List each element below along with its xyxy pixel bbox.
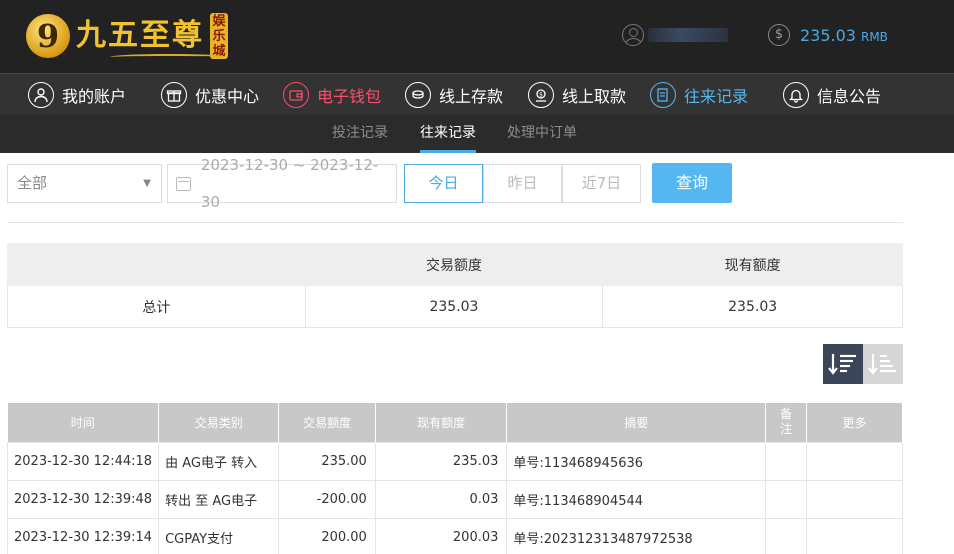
records-icon <box>650 82 676 108</box>
nav-label: 往来记录 <box>684 87 749 106</box>
date-range-value: 2023-12-30 ~ 2023-12-30 <box>200 155 379 211</box>
nav-label: 优惠中心 <box>195 87 260 106</box>
username-redacted <box>648 28 728 42</box>
table-row[interactable]: 2023-12-30 12:39:48 转出 至 AG电子 -200.00 0.… <box>6 479 904 519</box>
logo-mark: 9 <box>26 14 70 58</box>
top-header: 9 九五至尊 娱乐城 $ 235.03 RMB <box>0 0 954 73</box>
nav-e-wallet[interactable]: 电子钱包 <box>283 74 381 116</box>
sort-ascending-button[interactable] <box>863 344 903 384</box>
summary-header-row: 交易额度 现有额度 <box>7 243 903 286</box>
nav-deposit[interactable]: 线上存款 <box>405 74 503 116</box>
cell-time: 2023-12-30 12:44:18 <box>6 441 160 481</box>
caret-down-icon: ▼ <box>143 178 151 189</box>
summary-header-blank <box>7 243 306 286</box>
nav-label: 我的账户 <box>62 87 127 106</box>
cell-note <box>765 479 807 519</box>
col-summary: 摘要 <box>506 403 767 442</box>
gift-icon <box>161 82 187 108</box>
deposit-icon <box>405 82 431 108</box>
cell-amount: 235.00 <box>278 441 376 481</box>
sort-toggle <box>823 344 903 384</box>
svg-text:$: $ <box>539 92 543 99</box>
col-note-label: 备注 <box>780 407 793 437</box>
user-avatar-icon <box>622 24 644 46</box>
cell-time: 2023-12-30 12:39:14 <box>6 517 160 554</box>
wallet-icon <box>283 82 309 108</box>
user-icon <box>28 82 54 108</box>
col-type: 交易类别 <box>158 403 280 442</box>
nav-promotions[interactable]: 优惠中心 <box>161 74 259 116</box>
summary-total-amount: 235.03 <box>304 285 604 328</box>
col-amount: 交易额度 <box>278 403 376 442</box>
tab-transaction-records[interactable]: 往来记录 <box>420 115 476 153</box>
summary-table: 交易额度 现有额度 总计 235.03 235.03 <box>7 243 903 328</box>
cell-type: 转出 至 AG电子 <box>158 479 280 519</box>
user-info[interactable] <box>622 24 728 46</box>
yesterday-button[interactable]: 昨日 <box>483 164 562 203</box>
cell-note <box>765 441 807 481</box>
nav-label: 线上取款 <box>562 87 627 106</box>
col-more: 更多 <box>806 403 904 442</box>
cell-balance: 200.03 <box>374 517 508 554</box>
query-button[interactable]: 查询 <box>652 163 732 203</box>
cell-summary: 单号:113468904544 <box>506 479 767 519</box>
cell-summary: 单号:202312313487972538 <box>506 517 767 554</box>
nav-transaction-records[interactable]: 往来记录 <box>650 74 748 116</box>
calendar-icon <box>176 176 191 191</box>
records-header-row: 时间 交易类别 交易额度 现有额度 摘要 备注 更多 <box>7 403 904 442</box>
cell-more[interactable] <box>805 479 904 519</box>
today-button[interactable]: 今日 <box>404 164 483 203</box>
summary-total-row: 总计 235.03 235.03 <box>7 285 903 328</box>
summary-header-amount: 交易额度 <box>304 243 604 286</box>
cell-more[interactable] <box>805 517 904 554</box>
logo-tag: 娱乐城 <box>210 13 228 59</box>
cell-amount: 200.00 <box>278 517 376 554</box>
col-time: 时间 <box>7 403 160 442</box>
cell-summary: 单号:113468945636 <box>506 441 767 481</box>
main-nav: 我的账户 优惠中心 电子钱包 线上存款 $ 线上取款 往来记录 信息公告 <box>0 73 954 115</box>
logo-swoosh <box>110 54 228 60</box>
cell-balance: 235.03 <box>374 441 508 481</box>
cell-note <box>765 517 807 554</box>
nav-label: 线上存款 <box>439 87 504 106</box>
cell-type: 由 AG电子 转入 <box>158 441 280 481</box>
nav-announcements[interactable]: 信息公告 <box>783 74 881 116</box>
transaction-type-select[interactable]: 全部 ▼ <box>7 164 162 203</box>
cell-balance: 0.03 <box>374 479 508 519</box>
brand-logo[interactable]: 9 九五至尊 娱乐城 <box>26 10 228 62</box>
cell-type: CGPAY支付 <box>158 517 280 554</box>
select-value: 全部 <box>17 174 48 192</box>
nav-my-account[interactable]: 我的账户 <box>28 74 126 116</box>
sub-nav: 投注记录 往来记录 处理中订单 <box>0 115 954 153</box>
nav-label: 电子钱包 <box>317 87 382 106</box>
nav-withdraw[interactable]: $ 线上取款 <box>528 74 626 116</box>
table-row[interactable]: 2023-12-30 12:39:14 CGPAY支付 200.00 200.0… <box>6 517 904 554</box>
summary-total-balance: 235.03 <box>602 285 903 328</box>
sort-desc-icon <box>828 354 856 375</box>
balance-value: 235.03 <box>800 25 856 45</box>
cell-more[interactable] <box>805 441 904 481</box>
table-row[interactable]: 2023-12-30 12:44:18 由 AG电子 转入 235.00 235… <box>6 441 904 481</box>
cell-time: 2023-12-30 12:39:48 <box>6 479 160 519</box>
bell-icon <box>783 82 809 108</box>
balance-unit: RMB <box>860 29 888 44</box>
summary-header-balance: 现有额度 <box>602 243 903 286</box>
summary-total-label: 总计 <box>7 285 306 328</box>
withdraw-icon: $ <box>528 82 554 108</box>
divider <box>7 222 903 223</box>
dollar-icon: $ <box>768 24 790 46</box>
col-balance: 现有额度 <box>375 403 508 442</box>
nav-label: 信息公告 <box>817 87 882 106</box>
col-note: 备注 <box>765 403 807 442</box>
date-range-picker[interactable]: 2023-12-30 ~ 2023-12-30 <box>167 156 397 211</box>
last-7-days-button[interactable]: 近7日 <box>562 164 641 203</box>
tab-pending-orders[interactable]: 处理中订单 <box>507 115 577 153</box>
sort-descending-button[interactable] <box>823 344 863 384</box>
wallet-balance: $ 235.03 RMB <box>768 24 888 46</box>
records-table: 时间 交易类别 交易额度 现有额度 摘要 备注 更多 2023-12-30 12… <box>6 403 904 554</box>
cell-amount: -200.00 <box>278 479 376 519</box>
logo-text: 九五至尊 <box>76 18 204 53</box>
sort-asc-icon <box>868 354 896 375</box>
